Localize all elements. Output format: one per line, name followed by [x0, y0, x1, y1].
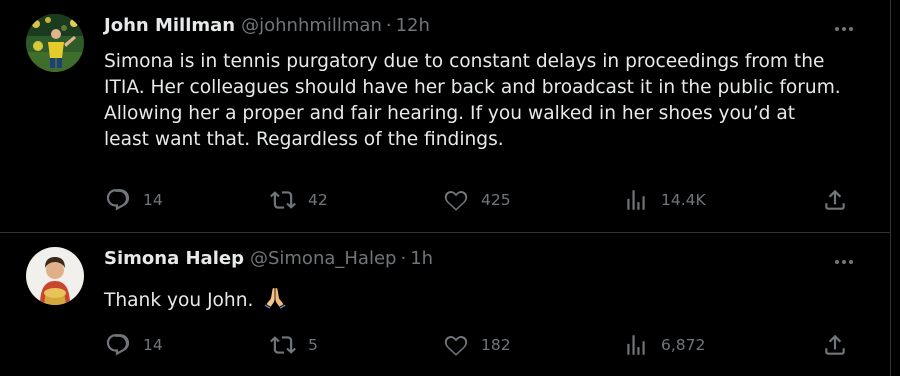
avatar[interactable]	[26, 14, 84, 72]
retweet-icon	[270, 191, 296, 209]
share-icon	[825, 334, 845, 355]
display-name[interactable]: John Millman	[104, 15, 235, 36]
tweet-text-container: Thank you John.	[104, 285, 844, 314]
separator-dot: ·	[385, 15, 392, 36]
tweet-actions: 14 5 182 6,872	[100, 330, 860, 360]
retweet-count: 5	[308, 336, 318, 354]
separator-dot: ·	[400, 248, 407, 269]
reply-count: 14	[143, 336, 163, 354]
user-handle[interactable]: @johnhmillman	[241, 15, 382, 36]
more-options-button[interactable]	[829, 20, 859, 38]
reply-button[interactable]: 14	[105, 185, 163, 215]
folded-hands-icon	[264, 288, 286, 309]
reply-icon	[106, 189, 130, 211]
like-button[interactable]: 182	[443, 330, 511, 360]
tweet-header: John Millman @johnhmillman · 12h	[104, 15, 430, 41]
reply-count: 14	[143, 191, 163, 209]
timeline: John Millman @johnhmillman · 12h Simona …	[0, 0, 900, 376]
avatar-image	[26, 14, 84, 72]
like-button[interactable]: 425	[443, 185, 511, 215]
share-button[interactable]	[822, 185, 848, 215]
column-border	[890, 0, 891, 376]
reply-icon	[106, 334, 130, 356]
views-count: 6,872	[661, 336, 706, 354]
tweet-john-millman[interactable]: John Millman @johnhmillman · 12h Simona …	[0, 0, 890, 232]
more-options-button[interactable]	[829, 253, 859, 271]
views-button[interactable]: 6,872	[623, 330, 705, 360]
retweet-count: 42	[308, 191, 328, 209]
like-icon	[444, 191, 468, 211]
reply-button[interactable]: 14	[105, 330, 163, 360]
display-name[interactable]: Simona Halep	[104, 248, 244, 269]
more-icon	[835, 260, 839, 264]
like-count: 182	[481, 336, 511, 354]
more-icon	[835, 27, 839, 31]
share-button[interactable]	[822, 330, 848, 360]
avatar[interactable]	[26, 247, 84, 305]
share-icon	[825, 189, 845, 210]
tweet-actions: 14 42 425 14.4K	[100, 185, 860, 215]
tweet-simona-halep[interactable]: Simona Halep @Simona_Halep · 1h Thank yo…	[0, 233, 890, 376]
views-icon	[627, 335, 645, 355]
tweet-text: Simona is in tennis purgatory due to con…	[104, 51, 841, 150]
like-count: 425	[481, 191, 511, 209]
retweet-icon	[270, 336, 296, 354]
timestamp[interactable]: 1h	[410, 248, 433, 269]
retweet-button[interactable]: 5	[270, 330, 318, 360]
timestamp[interactable]: 12h	[396, 15, 430, 36]
tweet-text: Thank you John.	[104, 290, 254, 311]
views-icon	[627, 190, 645, 210]
like-icon	[444, 336, 468, 356]
retweet-button[interactable]: 42	[270, 185, 328, 215]
user-handle[interactable]: @Simona_Halep	[250, 248, 396, 269]
tweet-header: Simona Halep @Simona_Halep · 1h	[104, 248, 433, 274]
avatar-image	[26, 247, 84, 305]
views-count: 14.4K	[661, 191, 706, 209]
views-button[interactable]: 14.4K	[623, 185, 706, 215]
